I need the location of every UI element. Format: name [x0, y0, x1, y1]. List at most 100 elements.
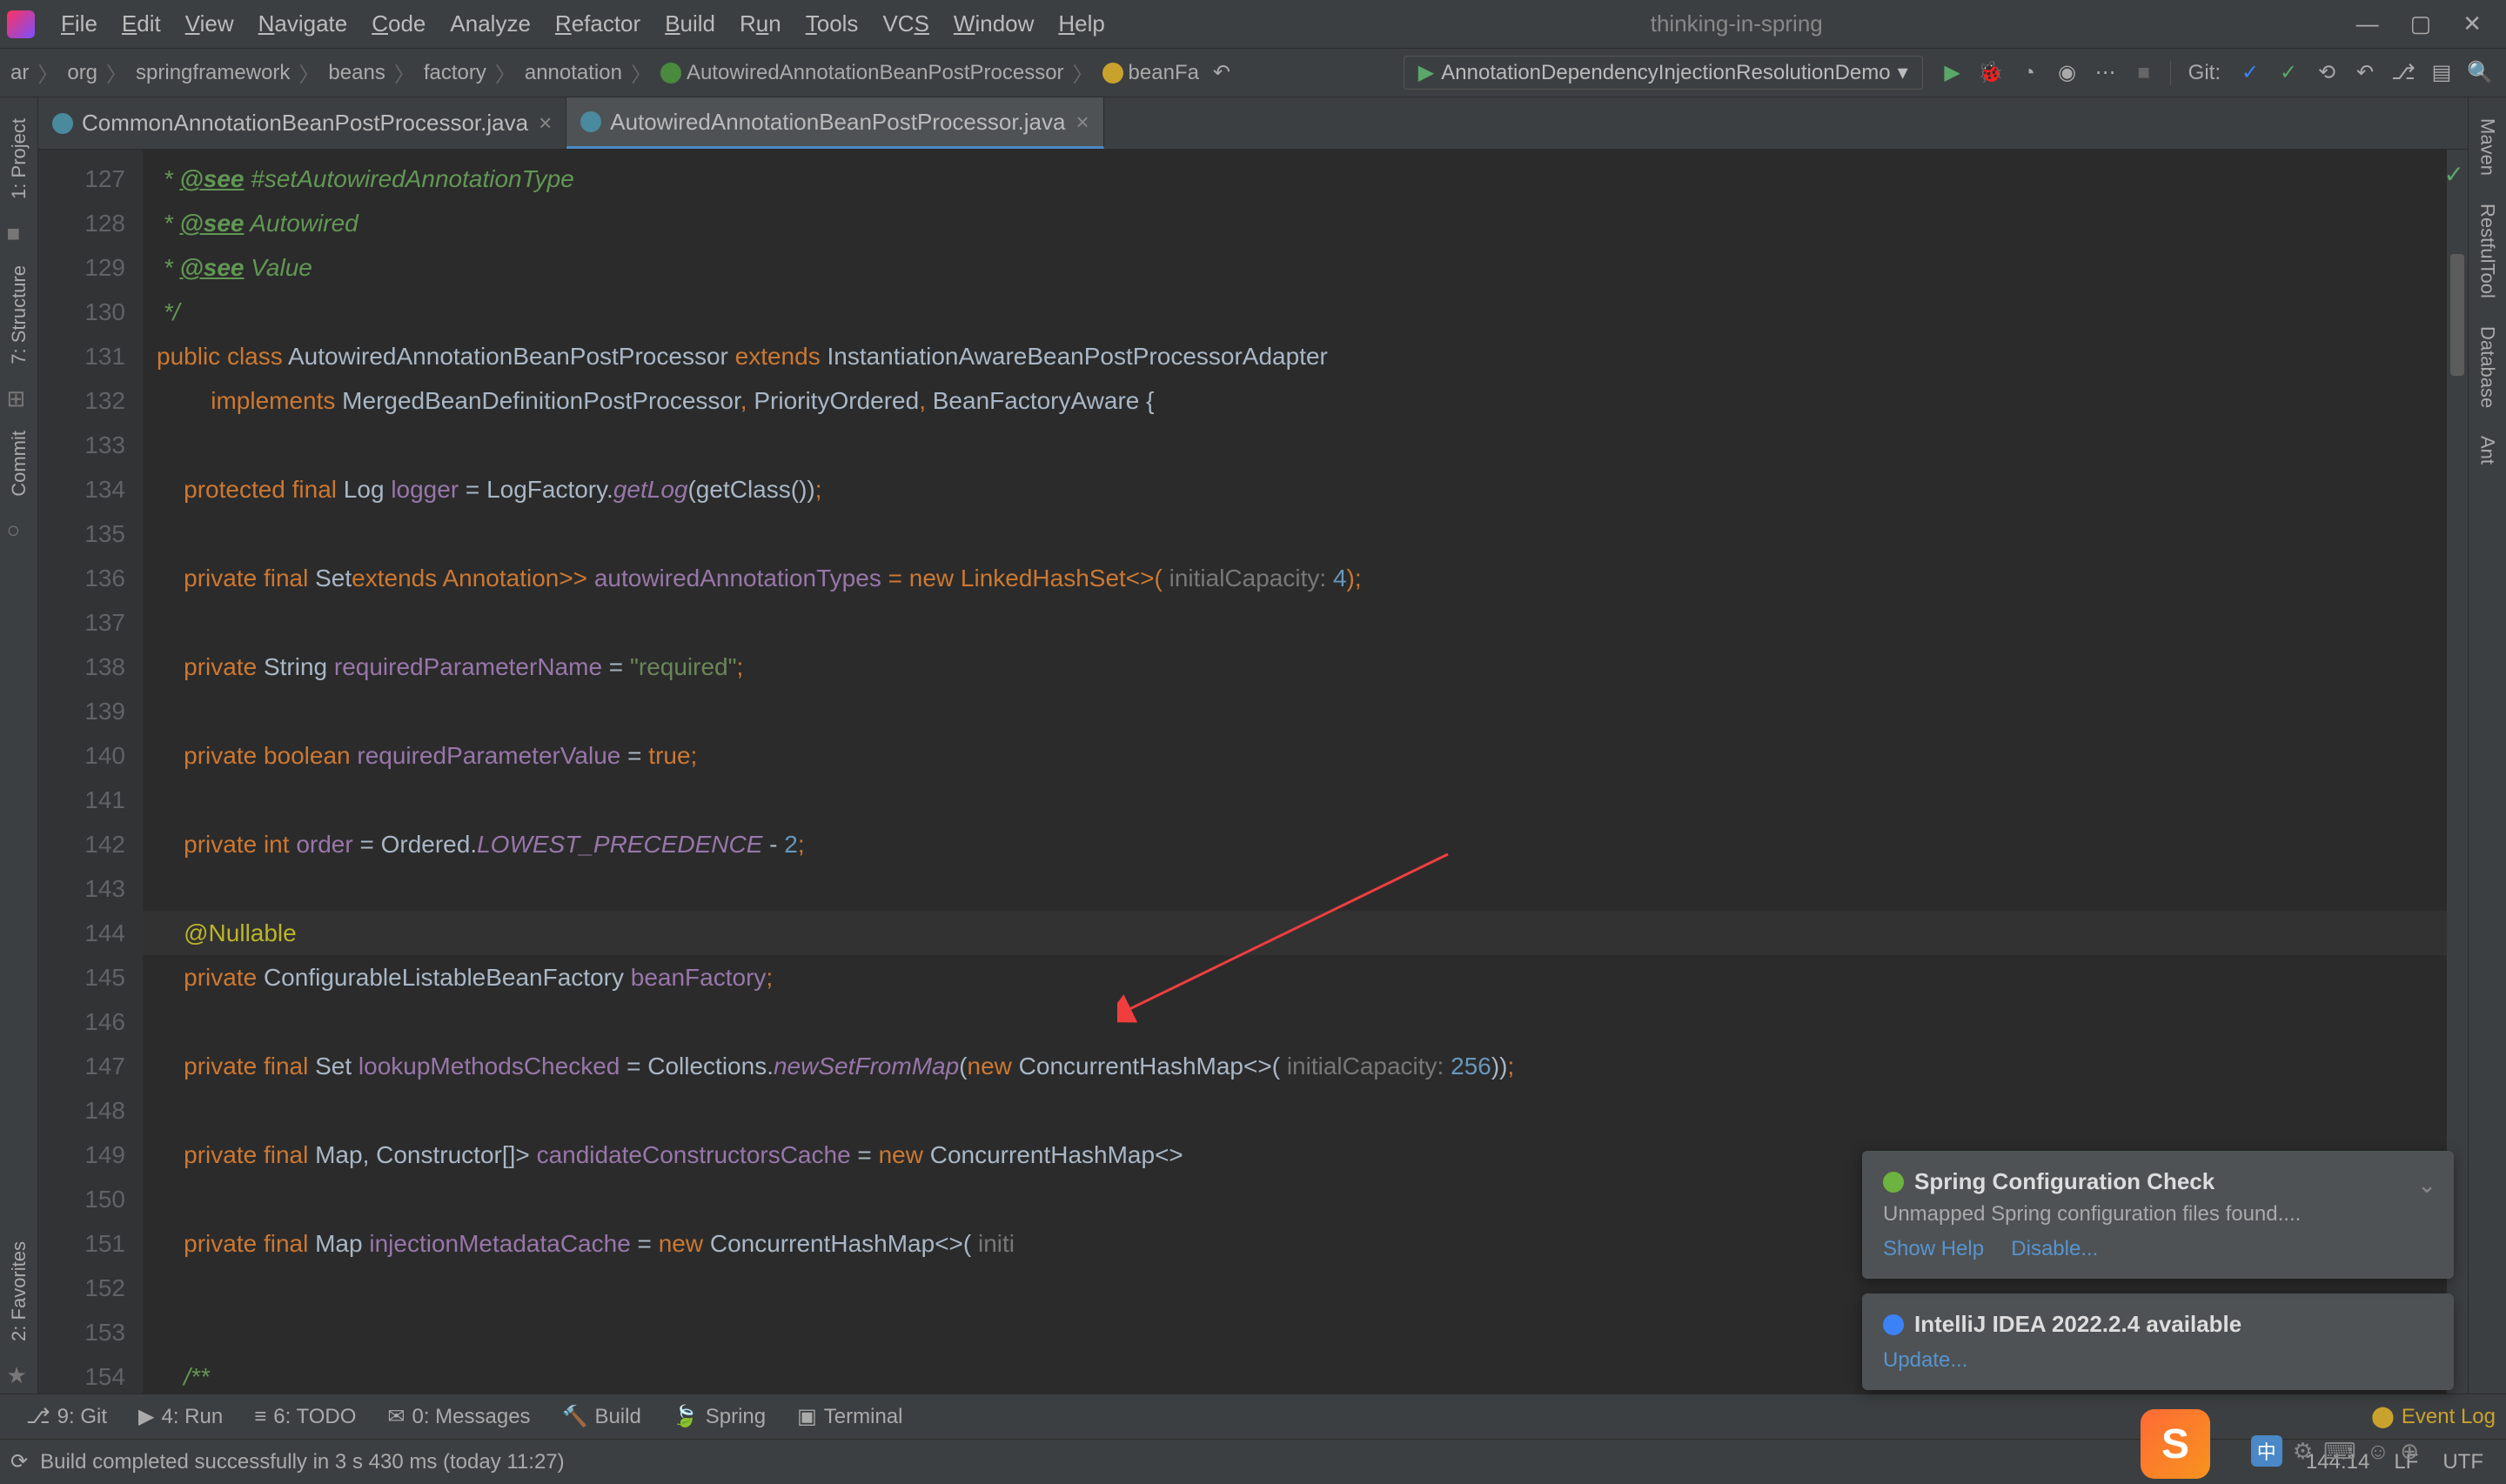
- crumb-2[interactable]: springframework: [132, 61, 293, 85]
- gutter[interactable]: 1271281291301311321331341351361371381391…: [38, 150, 143, 1394]
- git-revert-icon[interactable]: ↶: [2351, 59, 2379, 87]
- left-toolbar: 1: Project ■ 7: Structure ⊞ Commit ○ 2: …: [0, 97, 38, 1394]
- ime-tool-icon[interactable]: ⚙: [2293, 1438, 2313, 1465]
- statusbar: ⟳ Build completed successfully in 3 s 43…: [0, 1439, 2506, 1484]
- run-config-select[interactable]: ▶AnnotationDependencyInjectionResolution…: [1404, 56, 1923, 90]
- git-commit-icon[interactable]: ✓: [2275, 59, 2302, 87]
- commit-icon[interactable]: ○: [7, 517, 31, 541]
- tool-commit[interactable]: Commit: [4, 417, 34, 511]
- window-title: thinking-in-spring: [1117, 10, 2356, 37]
- crumb-0[interactable]: ar: [7, 61, 32, 85]
- spring-icon: [1883, 1172, 1904, 1193]
- crumb-4[interactable]: factory: [420, 61, 490, 85]
- profile-icon[interactable]: ◉: [2054, 59, 2081, 87]
- bt-eventlog[interactable]: ⬤ Event Log: [2371, 1404, 2496, 1429]
- minimize-icon[interactable]: —: [2356, 10, 2379, 37]
- tab-0-label: CommonAnnotationBeanPostProcessor.java: [82, 110, 528, 137]
- tool-favorites[interactable]: 2: Favorites: [4, 1227, 34, 1355]
- titlebar: File Edit View Navigate Code Analyze Ref…: [0, 0, 2506, 49]
- notification-spring[interactable]: Spring Configuration Check Unmapped Spri…: [1862, 1151, 2454, 1279]
- editor-tabs: CommonAnnotationBeanPostProcessor.java× …: [38, 97, 2468, 150]
- notification-title: IntelliJ IDEA 2022.2.4 available: [1914, 1311, 2241, 1338]
- scrollbar-thumb[interactable]: [2450, 254, 2464, 376]
- status-message: Build completed successfully in 3 s 430 …: [28, 1450, 577, 1474]
- ime-lang-icon[interactable]: 中: [2251, 1435, 2282, 1467]
- close-icon[interactable]: ✕: [2462, 10, 2482, 37]
- menu-refactor[interactable]: Refactor: [543, 10, 653, 37]
- crumb-6[interactable]: AutowiredAnnotationBeanPostProcessor: [657, 61, 1068, 85]
- git-update-icon[interactable]: ✓: [2236, 59, 2264, 87]
- tab-0[interactable]: CommonAnnotationBeanPostProcessor.java ×: [38, 97, 566, 149]
- tool-ant[interactable]: Ant: [2473, 422, 2503, 478]
- right-toolbar: Maven RestfulTool Database Ant: [2468, 97, 2506, 1394]
- tool-structure[interactable]: 7: Structure: [4, 251, 34, 378]
- crumb-7[interactable]: beanFa: [1099, 61, 1203, 85]
- menu-vcs[interactable]: VCS: [870, 10, 941, 37]
- menu-build[interactable]: Build: [653, 10, 727, 37]
- bt-todo[interactable]: ≡ 6: TODO: [238, 1405, 372, 1429]
- sogou-ime-icon[interactable]: S: [2141, 1409, 2210, 1479]
- menu-run[interactable]: Run: [727, 10, 794, 37]
- bt-git[interactable]: ⎇ 9: Git: [10, 1404, 123, 1429]
- update-link[interactable]: Update...: [1883, 1348, 1967, 1373]
- run-config-label: AnnotationDependencyInjectionResolutionD…: [1441, 61, 1890, 85]
- tab-1-close-icon[interactable]: ×: [1075, 109, 1089, 136]
- tool-database[interactable]: Database: [2473, 312, 2503, 422]
- crumb-5[interactable]: annotation: [521, 61, 626, 85]
- tool-maven[interactable]: Maven: [2473, 104, 2503, 190]
- menu-navigate[interactable]: Navigate: [246, 10, 360, 37]
- status-encoding[interactable]: UTF: [2430, 1450, 2496, 1474]
- git-history-icon[interactable]: ⟲: [2313, 59, 2341, 87]
- disable-link[interactable]: Disable...: [2011, 1237, 2098, 1261]
- bt-build[interactable]: 🔨 Build: [546, 1404, 657, 1429]
- navbar: ar〉 org〉 springframework〉 beans〉 factory…: [0, 49, 2506, 97]
- tool-project[interactable]: 1: Project: [4, 104, 34, 213]
- ime-bar: 中 ⚙ ⌨ ☺ ⊕: [2251, 1435, 2419, 1467]
- attach-icon[interactable]: ⋯: [2092, 59, 2120, 87]
- crumb-1[interactable]: org: [64, 61, 101, 85]
- menu-edit[interactable]: Edit: [110, 10, 173, 37]
- chevron-down-icon[interactable]: ⌄: [2417, 1172, 2436, 1199]
- java-class-icon: [52, 113, 73, 134]
- nav-back-icon[interactable]: ↶: [1208, 59, 1236, 87]
- ime-settings-icon[interactable]: ⊕: [2400, 1438, 2419, 1465]
- stop-icon[interactable]: ■: [2130, 59, 2158, 87]
- tab-0-close-icon[interactable]: ×: [539, 110, 552, 137]
- search-icon[interactable]: 🔍: [2466, 59, 2494, 87]
- notification-body: Unmapped Spring configuration files foun…: [1883, 1202, 2433, 1227]
- menu-code[interactable]: Code: [359, 10, 438, 37]
- notification-update[interactable]: IntelliJ IDEA 2022.2.4 available Update.…: [1862, 1293, 2454, 1390]
- maximize-icon[interactable]: ▢: [2410, 10, 2432, 37]
- app-icon: [7, 10, 35, 38]
- structure-icon[interactable]: ▤: [2428, 59, 2456, 87]
- menu-file[interactable]: File: [49, 10, 110, 37]
- info-icon: [1883, 1314, 1904, 1335]
- run-icon[interactable]: ▶: [1939, 59, 1967, 87]
- bt-run[interactable]: ▶ 4: Run: [123, 1404, 238, 1429]
- tab-1[interactable]: AutowiredAnnotationBeanPostProcessor.jav…: [566, 97, 1103, 149]
- ime-keyboard-icon[interactable]: ⌨: [2323, 1438, 2356, 1465]
- star-icon[interactable]: ★: [7, 1362, 31, 1387]
- bookmark-icon[interactable]: ■: [7, 220, 31, 244]
- menu-analyze[interactable]: Analyze: [438, 10, 543, 37]
- menu-view[interactable]: View: [173, 10, 246, 37]
- menu-tools[interactable]: Tools: [794, 10, 871, 37]
- debug-icon[interactable]: 🐞: [1977, 59, 2005, 87]
- menu-help[interactable]: Help: [1046, 10, 1116, 37]
- bt-terminal[interactable]: ▣ Terminal: [781, 1404, 918, 1429]
- bt-messages[interactable]: ✉ 0: Messages: [372, 1404, 546, 1429]
- menu-window[interactable]: Window: [941, 10, 1046, 37]
- coverage-icon[interactable]: ◔: [2015, 59, 2043, 87]
- bottom-toolbar: ⎇ 9: Git ▶ 4: Run ≡ 6: TODO ✉ 0: Message…: [0, 1394, 2506, 1439]
- tool-restful[interactable]: RestfulTool: [2473, 190, 2503, 312]
- crumb-3[interactable]: beans: [325, 61, 388, 85]
- structure-tool-icon[interactable]: ⊞: [7, 385, 31, 410]
- show-help-link[interactable]: Show Help: [1883, 1237, 1984, 1261]
- inspection-ok-icon[interactable]: ✓: [2444, 160, 2464, 189]
- git-label: Git:: [2188, 61, 2221, 85]
- notification-title: Spring Configuration Check: [1914, 1168, 2215, 1195]
- bt-spring[interactable]: 🍃 Spring: [657, 1404, 781, 1429]
- status-progress-icon: ⟳: [10, 1449, 28, 1474]
- ime-emoji-icon[interactable]: ☺: [2367, 1438, 2390, 1465]
- git-branch-icon[interactable]: ⎇: [2389, 59, 2417, 87]
